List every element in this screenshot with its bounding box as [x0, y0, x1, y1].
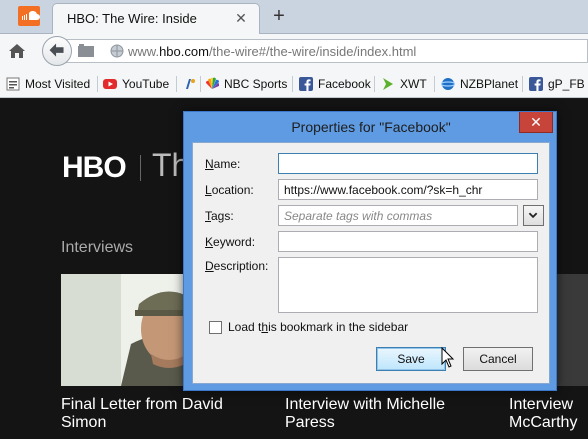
keyword-field[interactable]: [278, 231, 538, 252]
bookmark-nzbplanet[interactable]: NZBPlanet: [441, 75, 518, 93]
video-caption[interactable]: Final Letter from David Simon: [61, 396, 223, 432]
load-in-sidebar-checkbox[interactable]: [209, 321, 222, 334]
bookmark-separator: [292, 76, 293, 92]
tags-dropdown-button[interactable]: [523, 205, 544, 226]
video-caption[interactable]: Interview McCarthy: [509, 396, 577, 432]
bookmark-label: gP_FB: [548, 77, 585, 91]
bookmark-label: YouTube: [122, 77, 170, 91]
name-label: Name:: [205, 157, 241, 171]
bookmark-label: XWT: [400, 77, 427, 91]
youtube-icon: [103, 79, 117, 89]
home-icon[interactable]: [8, 42, 26, 60]
bookmark-xwt[interactable]: XWT: [381, 75, 427, 93]
dialog-body: Name: Location: https://www.facebook.com…: [192, 142, 550, 384]
facebook-icon: [299, 77, 313, 91]
cancel-button[interactable]: Cancel: [463, 347, 533, 371]
logo-divider: [140, 155, 141, 181]
navigation-toolbar: www.hbo.com/the-wire#/the-wire/inside/in…: [0, 34, 588, 68]
bookmark-separator: [522, 76, 523, 92]
url-prefix: www.: [128, 44, 160, 59]
hbo-logo[interactable]: HBO: [62, 151, 127, 185]
tab-active[interactable]: HBO: The Wire: Inside ✕: [52, 3, 260, 34]
bookmark-favicon-icon: [186, 79, 195, 89]
nzbplanet-icon: [441, 78, 455, 90]
video-caption[interactable]: Interview with Michelle Paress: [285, 396, 445, 432]
bookmarks-mini-icon[interactable]: [78, 44, 94, 57]
tab-strip: HBO: The Wire: Inside ✕ +: [0, 0, 588, 34]
description-label: Description:: [205, 259, 269, 273]
url-path: /the-wire#/the-wire/inside/index.html: [208, 44, 417, 59]
close-tab-icon[interactable]: ✕: [233, 10, 249, 26]
browser-window: HBO: The Wire: Inside ✕ + www.hbo.com/th…: [0, 0, 588, 439]
bookmark-separator: [434, 76, 435, 92]
bookmark-label: Most Visited: [25, 77, 91, 91]
chevron-down-icon: [528, 212, 538, 219]
tags-label: Tags:: [205, 209, 234, 223]
bookmark-separator: [374, 76, 375, 92]
tags-field[interactable]: Separate tags with commas: [278, 205, 518, 226]
url-host: hbo.com: [159, 44, 209, 59]
bookmarks-toolbar: Most Visited YouTube NBC Sports Facebook…: [0, 68, 588, 98]
bookmarks-folder-icon: [6, 77, 20, 91]
bookmark-properties-dialog: Properties for "Facebook" ✕ Name: Locati…: [183, 111, 557, 391]
mouse-pointer-icon: [441, 347, 455, 368]
bookmark-label: NBC Sports: [224, 77, 288, 91]
bookmark-label: Facebook: [318, 77, 371, 91]
nbc-peacock-icon: [205, 77, 219, 89]
load-in-sidebar-label[interactable]: Load this bookmark in the sidebar: [228, 320, 408, 334]
dialog-close-button[interactable]: ✕: [519, 112, 553, 133]
new-tab-button[interactable]: +: [268, 4, 290, 28]
bookmark-nbc-sports[interactable]: NBC Sports: [205, 75, 287, 93]
caption-line: Simon: [61, 414, 107, 431]
name-field[interactable]: [278, 153, 538, 174]
caption-line: McCarthy: [509, 414, 578, 431]
url-text[interactable]: www.hbo.com/the-wire#/the-wire/inside/in…: [128, 44, 416, 59]
bookmark-youtube[interactable]: YouTube: [103, 75, 169, 93]
back-arrow-icon: [49, 43, 64, 57]
caption-line: Interview with Michelle: [285, 396, 446, 413]
keyword-label: Keyword:: [205, 235, 256, 249]
bookmark-separator: [200, 76, 201, 92]
section-title: Interviews: [61, 239, 134, 256]
back-button[interactable]: [42, 36, 72, 66]
caption-line: Interview: [509, 396, 574, 413]
bookmark-gp-fb[interactable]: gP_FB: [529, 75, 585, 93]
dialog-title: Properties for "Facebook": [291, 119, 451, 135]
save-button[interactable]: Save: [376, 347, 446, 371]
xwt-arrow-icon: [383, 78, 393, 90]
bookmark-facebook[interactable]: Facebook: [299, 75, 371, 93]
soundcloud-icon[interactable]: [18, 6, 40, 26]
tab-title: HBO: The Wire: Inside: [67, 11, 197, 26]
location-field[interactable]: https://www.facebook.com/?sk=h_chr: [278, 179, 538, 200]
caption-line: Final Letter from David: [61, 396, 223, 413]
facebook-icon: [529, 77, 543, 91]
site-identity-globe-icon[interactable]: [110, 44, 124, 58]
bookmark-label: NZBPlanet: [460, 77, 519, 91]
description-field[interactable]: [278, 257, 538, 313]
bookmark-most-visited[interactable]: Most Visited: [6, 75, 90, 93]
location-label: Location:: [205, 183, 254, 197]
caption-line: Paress: [285, 414, 335, 431]
bookmark-separator: [176, 76, 177, 92]
bookmark-separator: [97, 76, 98, 92]
